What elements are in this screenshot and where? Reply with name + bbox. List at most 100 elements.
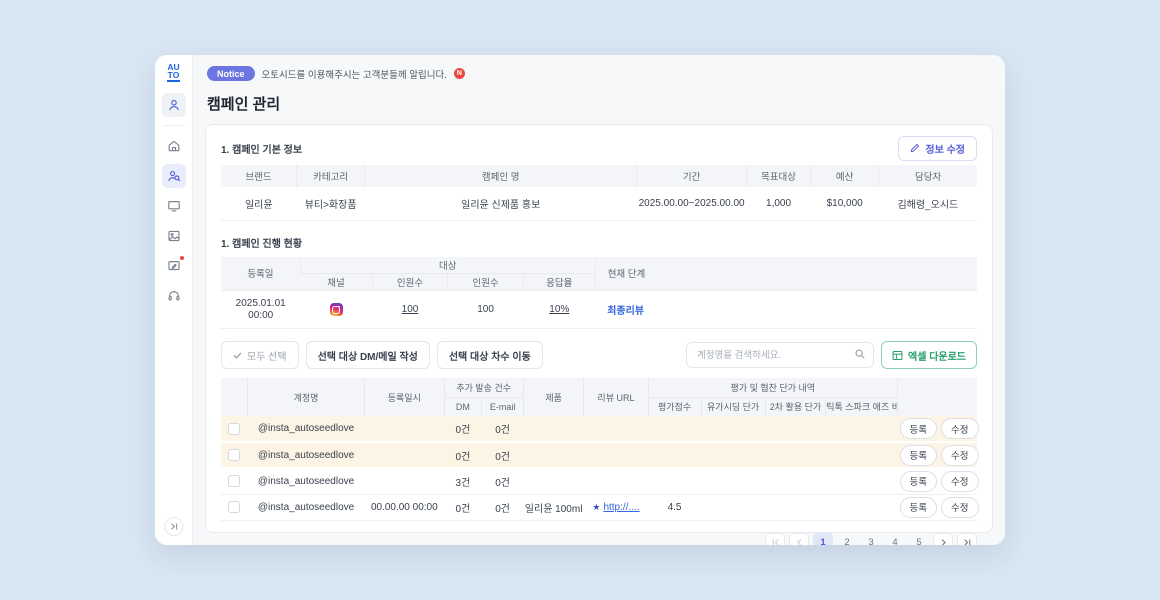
progress-title: 1. 캠페인 진행 현황: [221, 235, 302, 250]
edit-button[interactable]: 수정: [941, 497, 978, 518]
col-product: 제품: [523, 378, 583, 416]
sidebar-item-support[interactable]: [162, 284, 186, 308]
excel-download-button[interactable]: 엑셀 다운로드: [881, 341, 977, 369]
col-actions: [898, 378, 977, 416]
col-email: E-mail: [482, 397, 524, 416]
sidebar-divider: [163, 125, 185, 126]
sidebar-item-profile[interactable]: [162, 93, 186, 117]
account-name: @insta_autoseedlove: [247, 416, 364, 442]
account-row: @insta_autoseedlove 00.00.00 00:00 0건 0건…: [221, 494, 977, 520]
edit-button[interactable]: 수정: [941, 445, 978, 466]
sidebar-item-monitor[interactable]: [162, 194, 186, 218]
page-number-2[interactable]: 2: [837, 533, 857, 546]
col-manager: 담당자: [879, 165, 977, 187]
col-score: 평가점수: [648, 397, 701, 416]
select-all-button[interactable]: 모두 선택: [221, 341, 299, 369]
row-checkbox[interactable]: [228, 501, 240, 513]
col-extra-send-group: 추가 발송 건수: [444, 378, 523, 397]
instagram-icon: [330, 303, 343, 316]
account-row: @insta_autoseedlove 0건 0건 등록수정: [221, 442, 977, 468]
headset-icon: [167, 289, 181, 303]
monitor-icon: [167, 199, 181, 213]
current-stage-value: 최종리뷰: [595, 291, 977, 329]
collapse-icon: [169, 522, 178, 531]
basic-info-title: 1. 캠페인 기본 정보: [221, 141, 302, 156]
star-icon: ★: [592, 502, 600, 512]
register-button[interactable]: 등록: [900, 445, 937, 466]
budget-value: $10,000: [811, 187, 879, 220]
col-category: 카테고리: [297, 165, 365, 187]
check-icon: [233, 351, 242, 360]
col-people-count2: 인원수: [448, 274, 524, 291]
accounts-table: 계정명 등록일시 추가 발송 건수 제품 리뷰 URL 평가 및 협찬 단가 내…: [221, 378, 977, 521]
account-name: @insta_autoseedlove: [247, 468, 364, 494]
page-prev-button[interactable]: [789, 533, 809, 546]
notice-badge: Notice: [207, 66, 255, 81]
toolbar: 모두 선택 선택 대상 DM/메일 작성 선택 대상 차수 이동: [221, 341, 977, 369]
period-value: 2025.00.00~2025.00.00: [637, 187, 747, 220]
sidebar-item-campaign[interactable]: [162, 164, 186, 188]
response-rate-value: 10%: [523, 291, 595, 329]
image-icon: [167, 229, 181, 243]
brand-value: 일리윤: [221, 187, 297, 220]
category-value: 뷰티>화장품: [297, 187, 365, 220]
account-row: @insta_autoseedlove 3건 0건 등록수정: [221, 468, 977, 494]
col-brand: 브랜드: [221, 165, 297, 187]
page-number-3[interactable]: 3: [861, 533, 881, 546]
dm-write-button[interactable]: 선택 대상 DM/메일 작성: [306, 341, 430, 369]
progress-table: 등록일 대상 현재 단계 채널 인원수 인원수 응답율 2025.01.01: [221, 257, 977, 330]
col-response-rate: 응답율: [523, 274, 595, 291]
col-period: 기간: [637, 165, 747, 187]
response-rate-link[interactable]: 10%: [549, 304, 569, 315]
register-button[interactable]: 등록: [900, 471, 937, 492]
sidebar-item-messages[interactable]: [162, 254, 186, 278]
manager-value: 김해령_오시드: [879, 187, 977, 220]
content-card: 1. 캠페인 기본 정보 정보 수정 브랜드: [205, 124, 993, 533]
row-checkbox[interactable]: [228, 449, 240, 461]
col-reg-date: 등록일: [221, 257, 300, 291]
col-campaign-name: 캠페인 명: [365, 165, 637, 187]
page-number-5[interactable]: 5: [909, 533, 929, 546]
edit-button[interactable]: 수정: [941, 471, 978, 492]
main-content: Notice 오토시드를 이용해주시는 고객분들께 알립니다. N 캠페인 관리…: [193, 55, 1005, 545]
target-value: 1,000: [746, 187, 810, 220]
edit-button[interactable]: 수정: [941, 418, 978, 439]
page-number-1[interactable]: 1: [813, 533, 833, 546]
page-last-button[interactable]: [957, 533, 977, 546]
row-checkbox[interactable]: [228, 475, 240, 487]
auto-logo[interactable]: AU TO: [167, 63, 179, 82]
edit-info-button[interactable]: 정보 수정: [898, 136, 977, 161]
sidebar-item-home[interactable]: [162, 134, 186, 158]
row-checkbox[interactable]: [228, 423, 240, 435]
page-number-4[interactable]: 4: [885, 533, 905, 546]
account-row: @insta_autoseedlove 0건 0건 등록수정: [221, 416, 977, 442]
sidebar-item-media[interactable]: [162, 224, 186, 248]
register-button[interactable]: 등록: [900, 497, 937, 518]
page-first-button[interactable]: [765, 533, 785, 546]
notice-bar: Notice 오토시드를 이용해주시는 고객분들께 알립니다. N: [205, 65, 993, 82]
excel-icon: [892, 350, 903, 361]
notification-dot: [180, 256, 184, 260]
move-round-button[interactable]: 선택 대상 차수 이동: [437, 341, 543, 369]
pencil-icon: [910, 143, 920, 153]
basic-info-table: 브랜드 카테고리 캠페인 명 기간 목표대상 예산 담당자 일리윤 뷰티>화장품…: [221, 165, 977, 221]
pagination: 1 2 3 4 5: [221, 521, 977, 546]
progress-row: 2025.01.01 00:00 100 100 10% 최종리뷰: [221, 291, 977, 329]
page-next-button[interactable]: [933, 533, 953, 546]
col-secondary-price: 2차 활용 단가: [765, 397, 825, 416]
account-name: @insta_autoseedlove: [247, 442, 364, 468]
new-icon: N: [454, 68, 465, 79]
sidebar: AU TO: [155, 55, 193, 545]
col-target-group: 대상: [300, 257, 595, 274]
search-input[interactable]: [686, 342, 874, 368]
people-count2-value: 100: [448, 291, 524, 329]
section-progress-header: 1. 캠페인 진행 현황: [221, 235, 977, 250]
sidebar-collapse-button[interactable]: [164, 517, 183, 536]
col-tiktok-cost: 틱톡 스파크 애즈 비용: [826, 397, 898, 416]
people-count-link[interactable]: 100: [402, 304, 419, 315]
register-button[interactable]: 등록: [900, 418, 937, 439]
chat-edit-icon: [167, 259, 181, 273]
notice-text: 오토시드를 이용해주시는 고객분들께 알립니다.: [262, 67, 447, 81]
col-review-url: 리뷰 URL: [584, 378, 648, 416]
review-url-link[interactable]: http://....: [603, 502, 639, 513]
